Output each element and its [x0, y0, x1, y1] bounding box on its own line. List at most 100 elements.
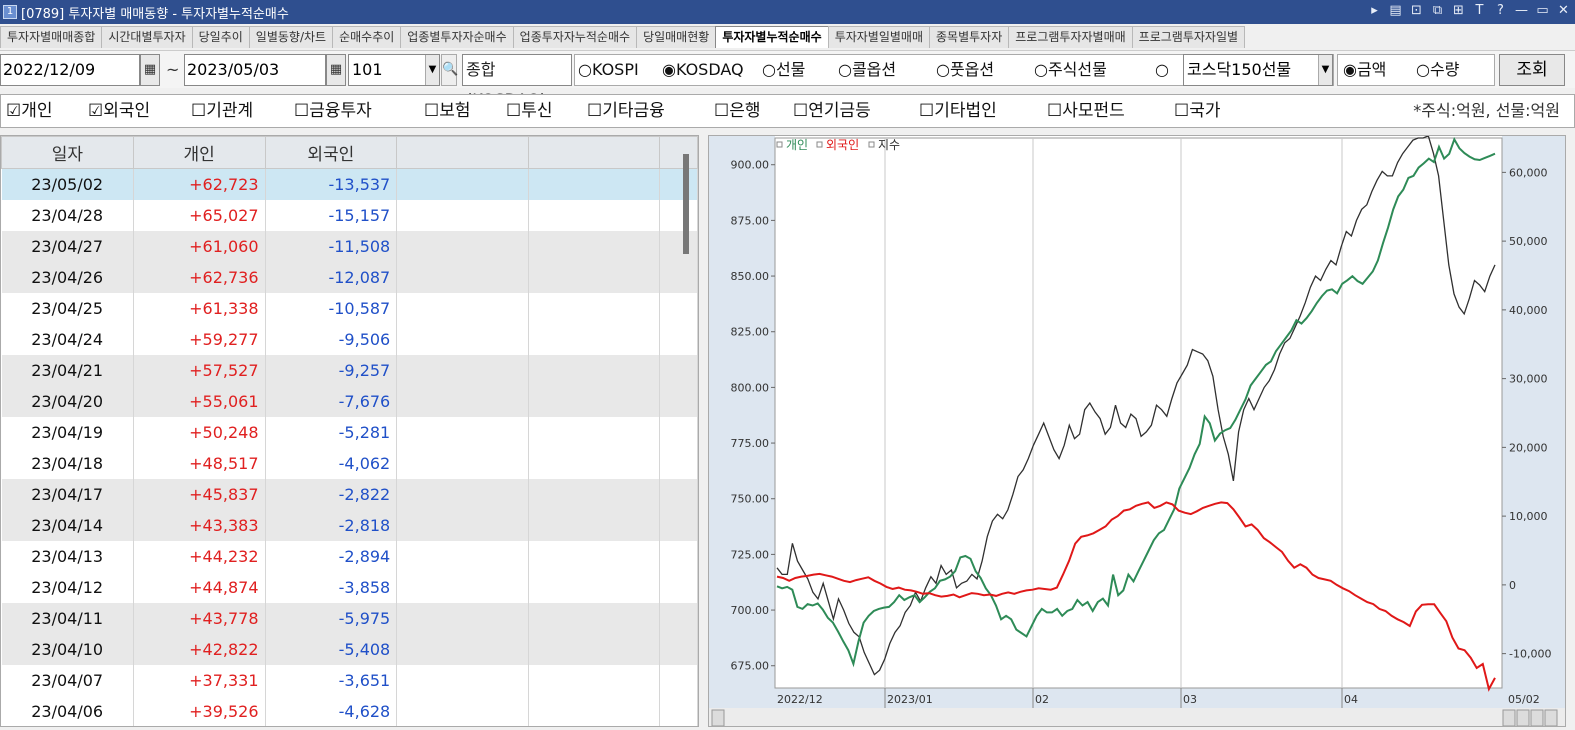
- tab-item[interactable]: 순매수추이: [332, 26, 402, 48]
- query-button[interactable]: 조회: [1499, 54, 1565, 86]
- investor-checkbox[interactable]: ☑외국인: [88, 95, 150, 127]
- table-row[interactable]: 23/04/17 +45,837 -2,822: [1, 478, 698, 510]
- tab-item[interactable]: 당일추이: [191, 26, 250, 48]
- chevron-down-icon[interactable]: ▼: [1318, 55, 1332, 85]
- tab-item[interactable]: 프로그램투자자별매매: [1008, 26, 1133, 48]
- table-row[interactable]: 23/04/10 +42,822 -5,408: [1, 633, 698, 665]
- market-radio[interactable]: ○주식선물: [1034, 54, 1107, 86]
- column-header[interactable]: [396, 136, 529, 169]
- investor-checkbox[interactable]: ☐금융투자: [294, 95, 372, 127]
- tab-item[interactable]: 업종투자자누적순매수: [512, 26, 638, 48]
- window-control-icon[interactable]: ✕: [1556, 3, 1571, 18]
- tab-item[interactable]: 프로그램투자자일별: [1131, 26, 1246, 48]
- window-control-icon[interactable]: ▭: [1535, 3, 1550, 18]
- table-row[interactable]: 23/04/28 +65,027 -15,157: [1, 199, 698, 231]
- empty-cell: [528, 664, 661, 696]
- app-window: 1 [0789] 투자자별 매매동향 - 투자자별누적순매수 ▸ ▤ ⊡ ⧉ ⊞ T? — ▭…: [0, 0, 1575, 730]
- tab-item[interactable]: 당일매매현황: [636, 26, 717, 48]
- tab-item[interactable]: 투자자별누적순매수: [715, 26, 829, 48]
- scroll-button-icon[interactable]: [1516, 709, 1530, 726]
- investor-checkbox[interactable]: ☐은행: [714, 95, 761, 127]
- table-row[interactable]: 23/04/19 +50,248 -5,281: [1, 416, 698, 448]
- tab-item[interactable]: 투자자별일별매매: [827, 26, 931, 48]
- table-row[interactable]: 23/04/27 +61,060 -11,508: [1, 230, 698, 262]
- empty-cell: [528, 168, 661, 200]
- window-control-icon[interactable]: ▤: [1388, 3, 1403, 18]
- table-row[interactable]: 23/04/06 +39,526 -4,628: [1, 695, 698, 726]
- scroll-button-icon[interactable]: [1544, 709, 1558, 726]
- market-radio[interactable]: ○풋옵션: [936, 54, 994, 86]
- table-row[interactable]: 23/04/25 +61,338 -10,587: [1, 292, 698, 324]
- table-row[interactable]: 23/04/07 +37,331 -3,651: [1, 664, 698, 696]
- calendar-icon[interactable]: ▦: [326, 54, 346, 86]
- scroll-button-icon[interactable]: [1530, 709, 1544, 726]
- scroll-button-icon[interactable]: [1502, 709, 1516, 726]
- date-cell: 23/05/02: [1, 168, 134, 200]
- column-header[interactable]: 개인: [132, 136, 266, 169]
- column-header[interactable]: [659, 136, 698, 169]
- investor-checkbox[interactable]: ☐기관계: [191, 95, 253, 127]
- investor-checkbox[interactable]: ☐기타법인: [919, 95, 997, 127]
- window-control-icon[interactable]: ⧉: [1430, 3, 1445, 18]
- date-cell: 23/04/13: [1, 540, 134, 572]
- code-select[interactable]: 101 ▼: [348, 54, 440, 86]
- scroll-button-icon[interactable]: [711, 709, 725, 726]
- horizontal-scrollbar[interactable]: [775, 708, 1566, 727]
- end-date-input[interactable]: 2023/05/03: [184, 54, 326, 86]
- window-control-icon[interactable]: ▸: [1367, 3, 1382, 18]
- investor-checkbox[interactable]: ☐투신: [506, 95, 553, 127]
- futures-select[interactable]: 코스닥150선물 ▼: [1183, 54, 1333, 86]
- chevron-down-icon[interactable]: ▼: [425, 55, 439, 85]
- calendar-icon[interactable]: ▦: [140, 54, 160, 86]
- market-radio[interactable]: ○: [1155, 54, 1169, 86]
- toolbar: 2022/12/09 ▦ ~ 2023/05/03 ▦ 101 ▼ 🔍 종합(K…: [0, 50, 1575, 109]
- column-header[interactable]: 일자: [1, 136, 134, 169]
- investor-chart: 900.00 875.00 850.00 825.00 800.00 775.00 750.…: [709, 136, 1566, 727]
- table-row[interactable]: 23/05/02 +62,723 -13,537: [1, 168, 698, 200]
- vertical-scrollbar-thumb[interactable]: [683, 154, 689, 254]
- table-row[interactable]: 23/04/13 +44,232 -2,894: [1, 540, 698, 572]
- individual-cell: +39,526: [133, 695, 266, 726]
- table-row[interactable]: 23/04/18 +48,517 -4,062: [1, 447, 698, 479]
- window-control-icon[interactable]: T: [1472, 3, 1487, 18]
- market-radio[interactable]: ◉KOSDAQ: [662, 54, 744, 86]
- empty-cell: [659, 602, 698, 634]
- table-row[interactable]: 23/04/21 +57,527 -9,257: [1, 354, 698, 386]
- window-control-icon[interactable]: ⊡: [1409, 3, 1424, 18]
- table-row[interactable]: 23/04/20 +55,061 -7,676: [1, 385, 698, 417]
- tab-item[interactable]: 업종별투자자순매수: [400, 26, 514, 48]
- window-control-icon[interactable]: ?: [1493, 3, 1508, 18]
- investor-checkbox[interactable]: ☐국가: [1174, 95, 1221, 127]
- date-cell: 23/04/14: [1, 509, 134, 541]
- tab-item[interactable]: 일별동향/차트: [248, 26, 334, 48]
- market-radio[interactable]: ○KOSPI: [578, 54, 639, 86]
- window-control-icon[interactable]: ⊞: [1451, 3, 1466, 18]
- unit-radio[interactable]: ○수량: [1416, 54, 1459, 86]
- table-row[interactable]: 23/04/12 +44,874 -3,858: [1, 571, 698, 603]
- column-header[interactable]: 외국인: [264, 136, 398, 169]
- table-row[interactable]: 23/04/24 +59,277 -9,506: [1, 323, 698, 355]
- empty-cell: [659, 230, 698, 262]
- investor-checkbox[interactable]: ☐기타금융: [587, 95, 665, 127]
- table-row[interactable]: 23/04/14 +43,383 -2,818: [1, 509, 698, 541]
- search-icon[interactable]: 🔍: [441, 54, 458, 86]
- tab-item[interactable]: 투자자별매매종합: [0, 26, 103, 48]
- table-row[interactable]: 23/04/26 +62,736 -12,087: [1, 261, 698, 293]
- market-radio[interactable]: ○콜옵션: [838, 54, 896, 86]
- investor-checkbox[interactable]: ☐사모펀드: [1047, 95, 1125, 127]
- plot-area: [774, 137, 1503, 689]
- table-row[interactable]: 23/04/11 +43,778 -5,975: [1, 602, 698, 634]
- market-radio[interactable]: ○선물: [762, 54, 805, 86]
- tab-item[interactable]: 종목별투자자: [929, 26, 1010, 48]
- left-tick-label: 675.00: [731, 660, 770, 673]
- window-control-icon[interactable]: —: [1514, 3, 1529, 18]
- investor-checkbox[interactable]: ☐보험: [424, 95, 471, 127]
- investor-checkbox[interactable]: ☑개인: [6, 95, 53, 127]
- unit-radio[interactable]: ◉금액: [1343, 54, 1386, 86]
- column-header[interactable]: [527, 136, 661, 169]
- investor-checkbox[interactable]: ☐연기금등: [793, 95, 871, 127]
- tab-item[interactable]: 시간대별투자자: [101, 26, 193, 48]
- start-date-input[interactable]: 2022/12/09: [0, 54, 140, 86]
- date-cell: 23/04/20: [1, 385, 134, 417]
- individual-cell: +62,736: [133, 261, 266, 293]
